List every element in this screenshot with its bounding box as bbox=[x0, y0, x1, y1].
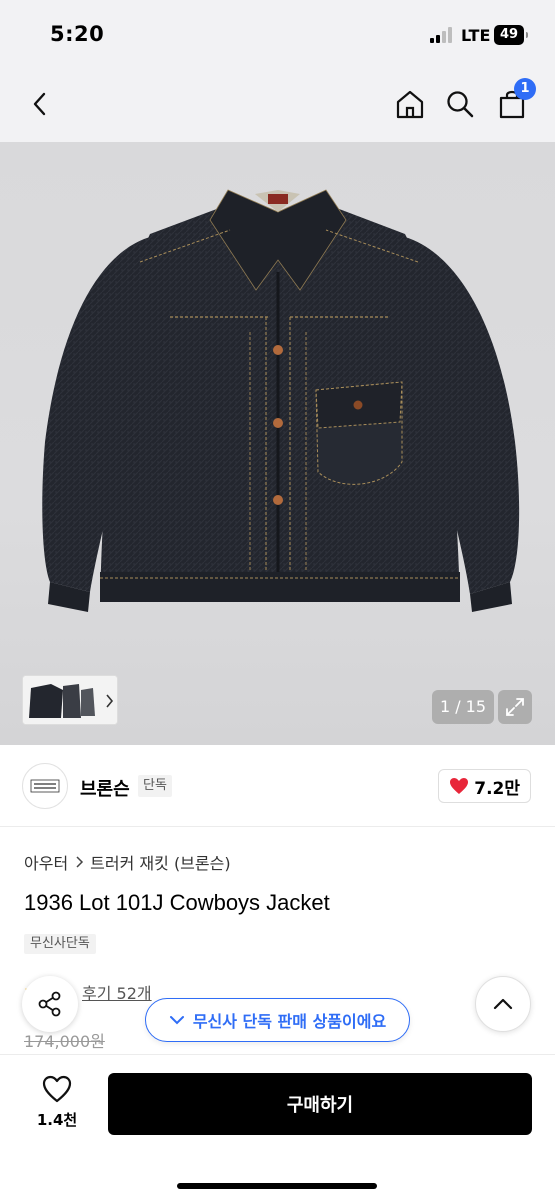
back-button[interactable] bbox=[22, 86, 58, 122]
brand-logo-image bbox=[30, 779, 60, 793]
status-time: 5:20 bbox=[50, 22, 105, 46]
expand-icon bbox=[506, 698, 524, 716]
buy-button[interactable]: 구매하기 bbox=[108, 1073, 532, 1135]
exclusive-notice-text: 무신사 단독 판매 상품이에요 bbox=[192, 1012, 387, 1031]
breadcrumb: 아우터 트러커 재킷 (브론슨) bbox=[24, 850, 231, 874]
wishlist-count: 1.4천 bbox=[36, 1111, 78, 1129]
product-image bbox=[42, 189, 520, 612]
brand-name[interactable]: 브론슨 bbox=[80, 775, 130, 801]
heart-icon bbox=[450, 778, 469, 794]
musinsa-exclusive-tag: 무신사단독 bbox=[24, 934, 96, 954]
review-link[interactable]: 후기 52개 bbox=[82, 980, 152, 1004]
signal-icon bbox=[430, 27, 456, 43]
chevron-up-icon bbox=[493, 998, 513, 1010]
brand-row: 브론슨 단독 7.2만 bbox=[0, 745, 555, 827]
heart-outline-icon bbox=[42, 1075, 72, 1103]
search-button[interactable] bbox=[442, 86, 478, 122]
expand-button[interactable] bbox=[498, 690, 532, 724]
bottom-purchase-bar: 1.4천 구매하기 bbox=[0, 1054, 555, 1200]
brand-like-button[interactable]: 7.2만 bbox=[438, 769, 531, 803]
exclusive-tag: 단독 bbox=[138, 775, 172, 797]
exclusive-notice-pill[interactable]: 무신사 단독 판매 상품이에요 bbox=[145, 998, 410, 1042]
nav-bar: 1 bbox=[0, 70, 555, 142]
scroll-top-button[interactable] bbox=[475, 976, 531, 1032]
chevron-down-icon bbox=[169, 1016, 184, 1025]
breadcrumb-item[interactable]: 아우터 bbox=[24, 850, 68, 874]
home-button[interactable] bbox=[392, 86, 428, 122]
product-title: 1936 Lot 101J Cowboys Jacket bbox=[24, 890, 330, 915]
chevron-left-icon bbox=[33, 92, 46, 116]
thumbnail-strip[interactable] bbox=[22, 675, 118, 725]
search-icon bbox=[447, 91, 474, 118]
home-icon bbox=[396, 90, 424, 119]
status-bar: 5:20 LTE 49 bbox=[0, 0, 555, 70]
wishlist-button[interactable]: 1.4천 bbox=[22, 1075, 92, 1137]
network-label: LTE bbox=[461, 26, 491, 45]
original-price: 174,000원 bbox=[24, 1032, 105, 1051]
breadcrumb-item[interactable]: 트러커 재킷 (브론슨) bbox=[90, 850, 230, 874]
home-indicator bbox=[177, 1183, 377, 1189]
thumbnail-image bbox=[23, 676, 117, 724]
cart-button[interactable]: 1 bbox=[494, 78, 536, 122]
battery-icon: 49 bbox=[494, 25, 528, 45]
chevron-right-icon bbox=[76, 856, 84, 868]
image-counter: 1 / 15 bbox=[432, 690, 494, 724]
brand-like-count: 7.2만 bbox=[474, 778, 520, 799]
cart-count-badge: 1 bbox=[514, 78, 536, 100]
share-button[interactable] bbox=[22, 976, 78, 1032]
product-gallery[interactable]: 1 / 15 bbox=[0, 142, 555, 745]
brand-logo[interactable] bbox=[22, 763, 68, 809]
share-icon bbox=[38, 991, 61, 1017]
